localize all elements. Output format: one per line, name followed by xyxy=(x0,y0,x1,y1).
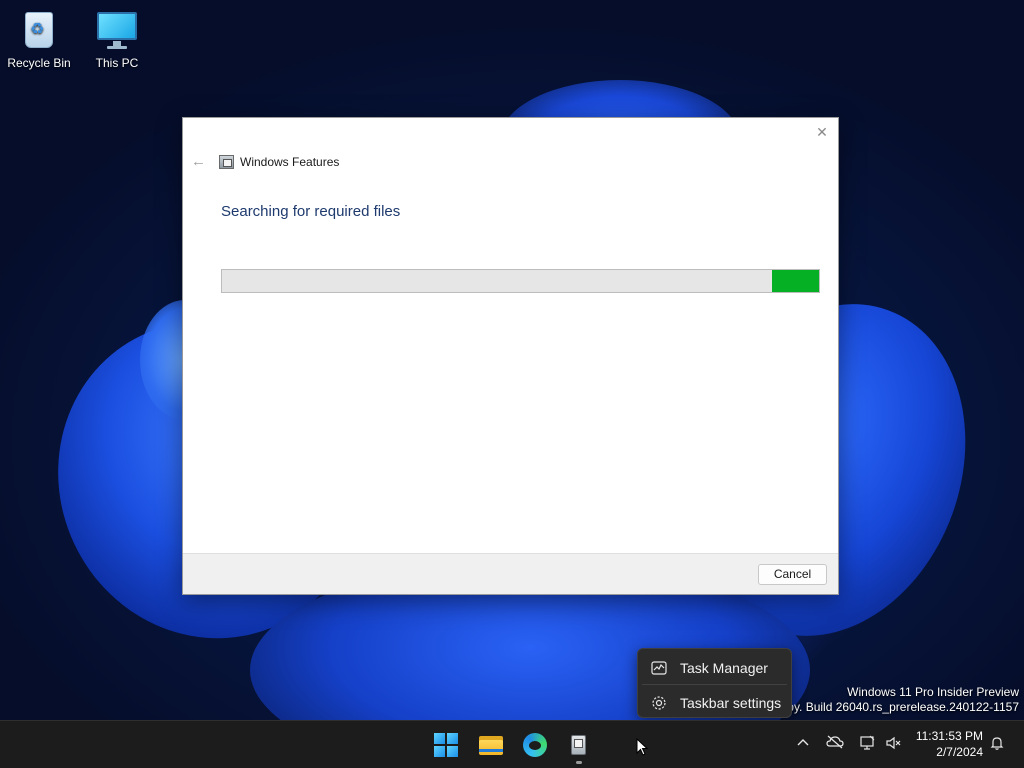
mouse-cursor-icon xyxy=(636,738,648,756)
taskbar-clock[interactable]: 11:31:53 PM 2/7/2024 xyxy=(905,728,983,760)
status-heading: Searching for required files xyxy=(221,203,401,220)
menu-item-label: Taskbar settings xyxy=(680,694,782,711)
clock-time: 11:31:53 PM xyxy=(915,729,983,743)
close-icon[interactable]: ✕ xyxy=(814,124,830,140)
dialog-footer: Cancel xyxy=(183,553,838,594)
cancel-button[interactable]: Cancel xyxy=(758,564,827,585)
taskbar-context-menu: Task Manager Taskbar settings xyxy=(637,648,792,718)
windows-features-icon xyxy=(219,155,234,169)
gear-icon xyxy=(651,695,667,711)
notification-bell-icon[interactable] xyxy=(988,735,1006,755)
volume-muted-icon[interactable] xyxy=(884,735,902,755)
desktop-icon-recycle-bin[interactable]: ♻ Recycle Bin xyxy=(1,8,77,70)
taskbar-edge[interactable] xyxy=(519,729,551,761)
taskbar-windows-features[interactable] xyxy=(562,729,594,761)
network-icon[interactable] xyxy=(858,735,876,755)
windows-start-icon xyxy=(434,733,445,744)
task-manager-icon xyxy=(651,660,667,676)
taskbar-file-explorer[interactable] xyxy=(475,729,507,761)
menu-item-task-manager[interactable]: Task Manager xyxy=(638,651,791,684)
menu-item-label: Task Manager xyxy=(680,659,768,676)
desktop-icon-label: This PC xyxy=(95,56,139,70)
back-arrow-icon[interactable]: ← xyxy=(191,154,206,170)
dialog-title: Windows Features xyxy=(240,155,340,169)
windows-features-dialog: ✕ ← Windows Features Searching for requi… xyxy=(182,117,839,595)
dialog-titlebar: ← Windows Features xyxy=(191,154,339,170)
desktop-icon-this-pc[interactable]: This PC xyxy=(79,8,155,70)
start-button[interactable] xyxy=(430,729,462,761)
desktop-icon-label: Recycle Bin xyxy=(7,56,71,70)
recycle-bin-icon: ♻ xyxy=(17,8,61,52)
cloud-offline-icon[interactable] xyxy=(826,735,844,753)
progress-indicator xyxy=(772,270,819,292)
menu-item-taskbar-settings[interactable]: Taskbar settings xyxy=(638,686,791,719)
chevron-up-icon[interactable] xyxy=(794,735,812,753)
menu-separator xyxy=(642,684,787,685)
active-app-indicator xyxy=(576,761,582,764)
monitor-icon xyxy=(95,8,139,52)
clock-date: 2/7/2024 xyxy=(936,745,983,759)
progress-bar xyxy=(221,269,820,293)
